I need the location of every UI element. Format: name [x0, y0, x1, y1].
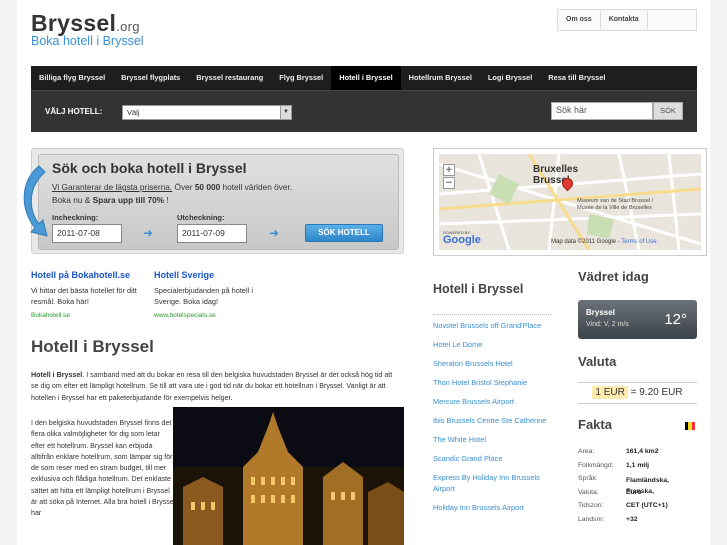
- nav-item[interactable]: Logi Bryssel: [480, 66, 540, 90]
- google-logo[interactable]: Google: [443, 234, 481, 246]
- booking-line1: Vi Garanterar de lägsta priserna. Över 5…: [52, 182, 293, 192]
- ad-description: Vi hittar det bästa hotellet för ditt re…: [31, 286, 137, 306]
- article-heading: Hotell i Bryssel: [31, 337, 154, 356]
- weather-heading: Vädret idag: [578, 269, 649, 284]
- page: Bryssel.org Boka hotell i Bryssel Om oss…: [17, 0, 710, 545]
- contact-link[interactable]: Kontakta: [601, 10, 648, 30]
- weather-widget: Bryssel Vind: V, 2 m/s 12°: [578, 300, 697, 339]
- tagline: Boka hotell i Bryssel: [31, 34, 144, 48]
- arrow-right-icon: ➜: [269, 226, 280, 240]
- top-links: Om oss Kontakta: [557, 9, 697, 31]
- checkout-label: Utcheckning:: [177, 213, 225, 222]
- hotel-link[interactable]: Sheraton Brussels Hotel: [433, 358, 553, 369]
- nav-item[interactable]: Resa till Bryssel: [540, 66, 613, 90]
- facts-heading: Fakta: [578, 417, 612, 432]
- chevron-down-icon: ▼: [280, 106, 291, 119]
- article-intro: Hotell i Bryssel. I samband med att du b…: [31, 371, 393, 402]
- checkin-label: Incheckning:: [52, 213, 99, 222]
- terms-link[interactable]: Terms of Use: [621, 239, 656, 245]
- ad-url[interactable]: Bokahotell.se: [31, 312, 151, 319]
- weather-wind: Vind: V, 2 m/s: [586, 321, 629, 328]
- ad-url[interactable]: www.hotelspecials.se: [154, 312, 269, 319]
- zoom-in-button[interactable]: +: [443, 164, 455, 176]
- checkin-input[interactable]: 2011-07-08: [52, 224, 122, 243]
- hotel-select-label: VÄLJ HOTELL:: [45, 107, 103, 116]
- currency-from: 1 EUR: [592, 386, 628, 399]
- divider: [433, 314, 551, 315]
- grand-place-photo: [173, 407, 404, 545]
- ad-title[interactable]: Hotell Sverige: [154, 270, 269, 280]
- hotel-link[interactable]: Mercure Brussels Airport: [433, 396, 553, 407]
- hotel-select[interactable]: Välj ▼: [122, 105, 292, 120]
- nav-item[interactable]: Hotellrum Bryssel: [401, 66, 480, 90]
- booking-line2: Boka nu & Spara upp till 70% !: [52, 195, 169, 205]
- about-link[interactable]: Om oss: [558, 10, 601, 30]
- arrow-right-icon: ➜: [143, 226, 154, 240]
- building-illustration: [173, 407, 404, 545]
- hotel-link[interactable]: Novotel Brussels off Grand'Place: [433, 320, 553, 331]
- map-poi-label: Museum van de Stad Brussel / Musée de la…: [577, 198, 654, 211]
- hotel-link[interactable]: Ibis Brussels Centre Ste Catherine: [433, 415, 553, 426]
- article-paragraph: I den belgiska huvudstaden Bryssel finns…: [31, 419, 176, 518]
- search-button[interactable]: SÖK: [653, 102, 683, 120]
- main-nav: Billiga flyg Bryssel Bryssel flygplats B…: [31, 66, 697, 90]
- hotel-link[interactable]: Thon Hotel Bristol Stephanie: [433, 377, 553, 388]
- hotel-link[interactable]: Scandic Grand Place: [433, 453, 553, 464]
- ad-description: Specialerbjudanden på hotell i Sverige. …: [154, 286, 254, 306]
- nav-item[interactable]: Bryssel flygplats: [113, 66, 188, 90]
- nav-item[interactable]: Billiga flyg Bryssel: [31, 66, 113, 90]
- price-guarantee-link[interactable]: Vi Garanterar de lägsta priserna.: [52, 182, 172, 192]
- currency-to: 9.20 EUR: [639, 387, 683, 398]
- checkout-input[interactable]: 2011-07-09: [177, 224, 247, 243]
- ad-item[interactable]: Hotell på Bokahotell.se Vi hittar det bä…: [31, 270, 151, 319]
- map-widget[interactable]: + − Bruxelles Brussel Museum van de Stad …: [433, 148, 707, 256]
- ad-title[interactable]: Hotell på Bokahotell.se: [31, 270, 151, 280]
- hotel-select-bar: VÄLJ HOTELL: Välj ▼ Sök här SÖK: [31, 90, 697, 132]
- nav-item[interactable]: Flyg Bryssel: [271, 66, 331, 90]
- belgium-flag-icon: [685, 422, 695, 430]
- search-hotel-button[interactable]: SÖK HOTELL: [305, 224, 383, 242]
- zoom-out-button[interactable]: −: [443, 177, 455, 189]
- booking-title: Sök och boka hotell i Bryssel: [52, 160, 247, 176]
- map-credits: Map data ©2011 Google - Terms of Use: [551, 239, 657, 245]
- weather-city: Bryssel: [586, 308, 615, 317]
- search-input[interactable]: Sök här: [551, 102, 653, 120]
- weather-temp: 12°: [664, 311, 687, 328]
- hotel-link[interactable]: Holiday Inn Brussels Airport: [433, 502, 553, 513]
- currency-heading: Valuta: [578, 354, 617, 369]
- curved-arrow-icon: [23, 165, 48, 237]
- hotel-link[interactable]: The White Hotel: [433, 434, 553, 445]
- site-logo[interactable]: Bryssel.org: [31, 10, 140, 37]
- nav-item-active[interactable]: Hotell i Bryssel: [331, 66, 401, 90]
- hotel-list-heading: Hotell i Bryssel: [433, 282, 524, 296]
- currency-rate: 1 EUR = 9.20 EUR: [578, 382, 697, 404]
- nav-item[interactable]: Bryssel restaurang: [188, 66, 271, 90]
- ad-item[interactable]: Hotell Sverige Specialerbjudanden på hot…: [154, 270, 269, 319]
- hotel-link[interactable]: Express By Holiday Inn Brussels Airport: [433, 472, 553, 494]
- hotel-list: Novotel Brussels off Grand'Place Hotel L…: [433, 320, 553, 513]
- hotel-link[interactable]: Hotel Le Dome: [433, 339, 553, 350]
- map-image[interactable]: + − Bruxelles Brussel Museum van de Stad …: [439, 154, 701, 250]
